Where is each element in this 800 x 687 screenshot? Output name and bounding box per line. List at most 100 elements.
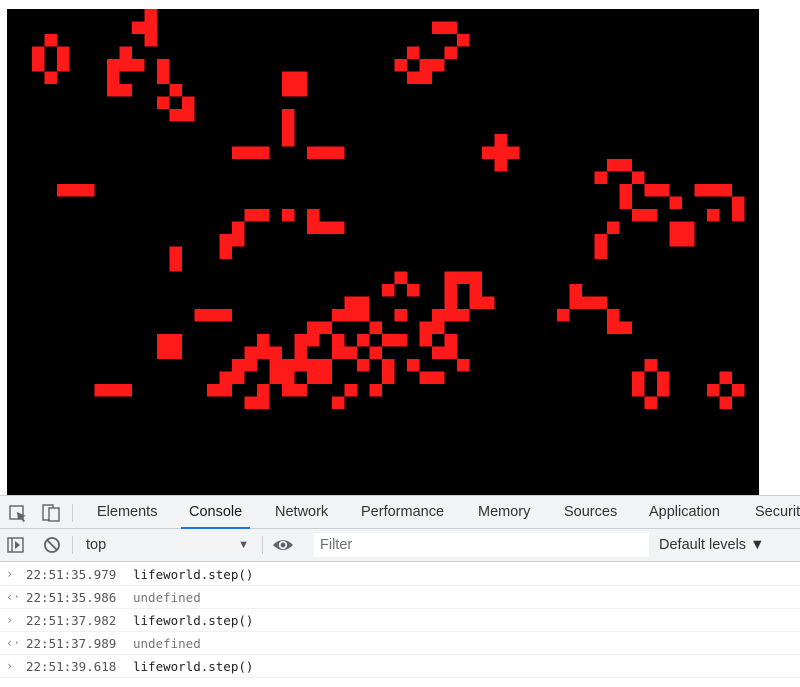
live-cell [319,221,345,234]
tab-sources[interactable]: Sources [564,496,617,529]
console-row: ‹· 22:51:35.986 undefined [0,586,800,609]
live-cell [107,71,120,97]
live-cell [394,59,407,72]
live-cell [232,221,245,247]
live-cell [194,309,232,322]
live-cell [707,384,720,397]
filter-input[interactable] [314,533,649,557]
console-output: undefined [133,590,201,605]
eye-icon[interactable] [270,529,296,561]
log-levels-dropdown[interactable]: Default levels ▼ [659,529,764,561]
timestamp: 22:51:37.989 [26,636,117,651]
live-cell [407,71,432,84]
live-cell [357,359,370,372]
live-cell [419,334,432,347]
live-cell [244,396,270,409]
live-cell [307,321,332,334]
live-cell [144,9,157,47]
live-cell [382,284,395,297]
live-cell [594,171,607,184]
console-toolbar: top ▼ Default levels ▼ [0,529,800,562]
live-cell [344,384,357,397]
live-cell [632,171,645,184]
live-cell [607,159,632,172]
live-cell [407,46,420,59]
live-cell [557,309,570,322]
live-cell [307,146,345,159]
live-cell [369,321,382,334]
live-cell [119,46,132,59]
live-cell [219,371,245,384]
tab-memory[interactable]: Memory [478,496,530,529]
live-cell [719,396,732,409]
console-input[interactable]: lifeworld.step() [133,655,253,678]
live-cell [307,359,332,372]
live-cell [169,109,182,122]
live-cell [457,34,470,47]
live-cell [732,196,745,222]
clear-console-icon[interactable] [40,529,64,561]
live-cell [207,384,232,397]
devtools-panel: Elements Console Network Performance Mem… [0,495,800,687]
console-input[interactable]: lifeworld.step() [133,563,253,586]
live-cell [444,271,482,284]
live-cell [57,46,70,72]
tab-elements[interactable]: Elements [97,496,157,529]
live-cell [632,209,657,222]
live-cell [157,334,182,359]
live-cell [294,346,307,372]
console-input[interactable]: lifeworld.step() [133,609,253,632]
live-cell [244,209,270,222]
context-selector[interactable]: top ▼ [78,532,253,558]
tab-console-label: Console [189,504,243,520]
life-cells [32,9,745,409]
live-cell [32,46,45,72]
tab-network[interactable]: Network [275,496,328,529]
devtools-tab-bar: Elements Console Network Performance Mem… [0,495,800,529]
live-cell [332,309,370,322]
show-sidebar-icon[interactable] [4,529,28,561]
tab-performance[interactable]: Performance [361,496,444,529]
live-cell [482,146,495,159]
live-cell [282,384,307,397]
device-toolbar-icon[interactable] [36,496,66,529]
live-cell [669,221,695,247]
live-cell [332,396,345,409]
toolbar-separator [262,536,263,554]
live-cell [382,359,395,384]
live-cell [182,96,195,122]
live-cell [419,321,445,334]
live-cell [94,384,132,397]
live-cell [607,321,632,334]
live-cell [444,334,457,347]
live-cell [607,221,620,234]
timestamp: 22:51:37.982 [26,613,117,628]
live-cell [707,209,720,222]
live-cell [507,146,520,159]
tab-console[interactable]: Console [181,496,251,529]
live-cell [382,334,407,347]
live-cell [57,184,95,197]
live-cell [44,71,57,84]
live-cell [632,371,645,397]
live-cell [394,271,407,284]
live-cell [469,284,482,309]
live-cell [732,384,745,397]
live-cell [369,384,382,397]
live-cell [444,46,457,59]
live-cell [169,246,182,272]
tab-separator [72,504,73,522]
inspect-element-icon[interactable] [4,496,34,529]
output-return-icon: ‹· [6,590,21,604]
live-cell [432,346,457,359]
live-cell [419,371,445,384]
live-cell [282,109,295,147]
timestamp: 22:51:35.979 [26,567,117,582]
tab-security[interactable]: Securit [755,496,800,529]
life-world-canvas[interactable] [7,9,759,495]
live-cell [357,334,370,347]
tab-application[interactable]: Application [649,496,720,529]
live-cell [419,59,445,72]
live-cell [344,296,370,309]
live-cell [369,346,382,359]
